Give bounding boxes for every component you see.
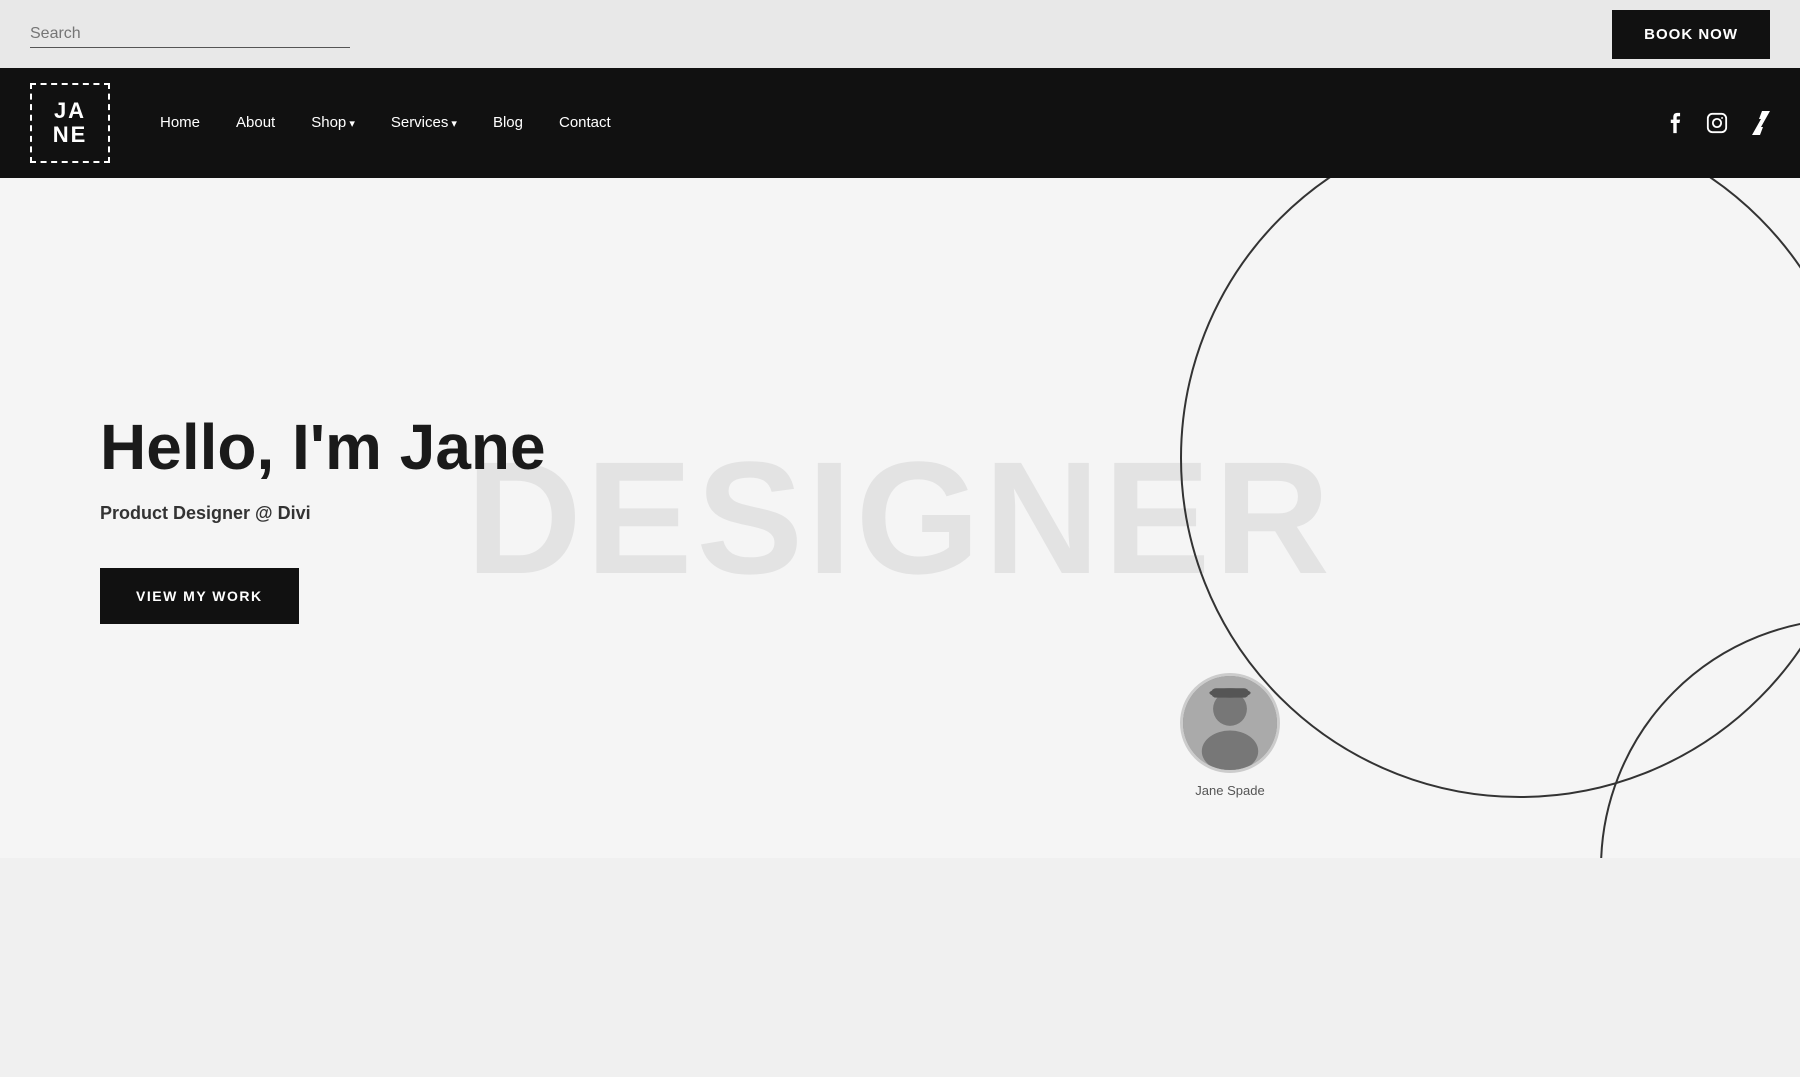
hero-greeting: Hello, I'm Jane [100,412,546,482]
nav-bar: JA NE Home About Shop Services Blog Cont… [0,68,1800,178]
nav-left: JA NE Home About Shop Services Blog Cont… [30,83,611,163]
deviantart-icon[interactable] [1752,111,1770,135]
logo-line2: NE [53,123,88,147]
instagram-icon[interactable] [1706,112,1728,134]
nav-link-contact[interactable]: Contact [559,114,611,131]
avatar-name: Jane Spade [1195,783,1264,798]
nav-item-blog[interactable]: Blog [493,114,523,132]
nav-item-contact[interactable]: Contact [559,114,611,132]
search-container [30,21,350,48]
search-input[interactable] [30,21,350,48]
nav-link-shop[interactable]: Shop [311,114,355,131]
avatar [1180,673,1280,773]
top-bar: BOOK NOW [0,0,1800,68]
nav-link-about[interactable]: About [236,114,275,131]
site-logo[interactable]: JA NE [30,83,110,163]
view-work-button[interactable]: VIEW MY WORK [100,568,299,624]
book-now-button[interactable]: BOOK NOW [1612,10,1770,59]
hero-content: Hello, I'm Jane Product Designer @ Divi … [0,332,626,703]
nav-item-about[interactable]: About [236,114,275,132]
nav-social [1668,111,1770,135]
nav-link-services[interactable]: Services [391,114,457,131]
avatar-container: Jane Spade [1180,673,1280,798]
nav-links: Home About Shop Services Blog Contact [160,114,611,132]
nav-link-blog[interactable]: Blog [493,114,523,131]
nav-item-shop[interactable]: Shop [311,114,355,132]
nav-item-home[interactable]: Home [160,114,200,132]
hero-section: DESIGNER Hello, I'm Jane Product Designe… [0,178,1800,858]
nav-item-services[interactable]: Services [391,114,457,132]
nav-link-home[interactable]: Home [160,114,200,131]
facebook-icon[interactable] [1668,112,1682,134]
logo-line1: JA [53,99,88,123]
hero-subtitle: Product Designer @ Divi [100,503,546,524]
